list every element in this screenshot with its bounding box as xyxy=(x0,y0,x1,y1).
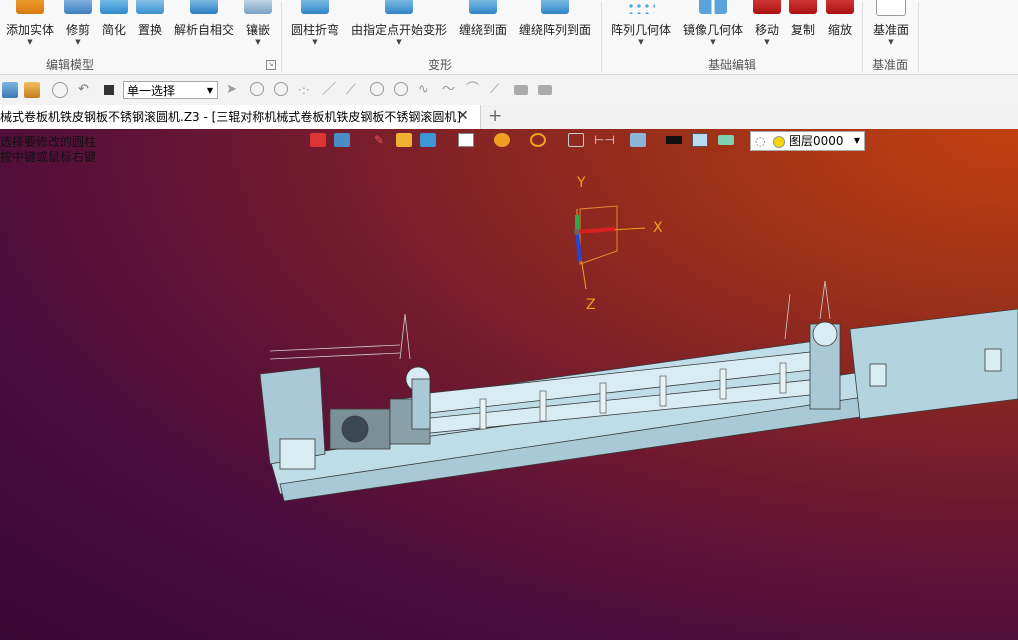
circle-icon[interactable] xyxy=(394,82,408,96)
view-orient-icon[interactable] xyxy=(334,133,350,147)
arc-icon[interactable]: ⌒ xyxy=(466,82,482,98)
pick-icon[interactable] xyxy=(52,82,68,98)
wrap-array-to-face-button[interactable]: 缠绕阵列到面 xyxy=(517,0,593,56)
undo-pick-icon[interactable]: ↶ xyxy=(78,82,94,98)
resolve-self-intersect-button[interactable]: 解析自相交 xyxy=(171,0,237,56)
replace-button[interactable]: 置换 xyxy=(134,0,166,56)
deform-point-icon xyxy=(385,0,413,14)
selection-mode-select[interactable]: 单一选择 ▼ xyxy=(123,81,218,99)
display-icon[interactable] xyxy=(494,133,510,147)
group-divider xyxy=(862,2,863,72)
copy-icon xyxy=(789,0,817,14)
chevron-down-icon: ▼ xyxy=(888,38,894,46)
face-icon[interactable] xyxy=(514,85,528,95)
background-icon[interactable] xyxy=(692,133,708,147)
pick-filter-icon[interactable] xyxy=(24,82,40,98)
layer-color-icon xyxy=(773,136,785,148)
point-icon[interactable] xyxy=(250,82,264,96)
add-tab-icon[interactable]: + xyxy=(488,106,502,126)
filter-icon[interactable] xyxy=(2,82,18,98)
trim-icon xyxy=(64,0,92,14)
shape-icon[interactable] xyxy=(538,85,552,95)
chevron-down-icon: ▼ xyxy=(27,38,33,46)
group-divider xyxy=(918,2,919,72)
simplify-button[interactable]: 简化 xyxy=(98,0,130,56)
cube-view-icon[interactable] xyxy=(458,133,474,147)
shade-icon[interactable] xyxy=(420,133,436,147)
close-icon[interactable]: ✕ xyxy=(457,108,469,124)
add-solid-icon xyxy=(16,0,44,14)
prompt-hint: 按中键或鼠标右键 xyxy=(0,150,97,164)
filter-toolbar: ↶ 单一选择 ▼ ➤ ·:· ／ ⟋ ∿ 〜 ⌒ ⟋ xyxy=(0,75,1018,106)
group-divider xyxy=(281,2,282,72)
array-icon xyxy=(627,0,655,14)
simplify-icon xyxy=(100,0,128,14)
group-divider xyxy=(601,2,602,72)
stop-icon[interactable] xyxy=(104,85,114,95)
array-geometry-button[interactable]: 阵列几何体 ▼ xyxy=(609,0,673,56)
move-icon xyxy=(753,0,781,14)
spline-icon[interactable]: 〜 xyxy=(442,82,458,98)
section-icon[interactable] xyxy=(568,133,584,147)
measure-icon[interactable]: ⊢⊣ xyxy=(594,133,615,147)
cylinder-bend-icon xyxy=(301,0,329,14)
scale-icon xyxy=(826,0,854,14)
chevron-down-icon: ▼ xyxy=(312,38,318,46)
ribbon: 添加实体 ▼ 修剪 ▼ 简化 置换 解析自相交 镶嵌 ▼ 编辑模型 ↘ 圆柱折弯… xyxy=(0,0,1018,75)
roller-machine-model[interactable] xyxy=(240,279,1018,509)
layer-select[interactable]: ◌ 图层0000 ▼ xyxy=(750,131,865,151)
pencil-icon[interactable]: ✎ xyxy=(374,133,390,147)
segment-icon[interactable]: ⟋ xyxy=(346,82,362,98)
chevron-down-icon: ▼ xyxy=(853,136,860,145)
deform-from-point-button[interactable]: 由指定点开始变形 ▼ xyxy=(350,0,448,56)
copy-button[interactable]: 复制 xyxy=(788,0,818,56)
axis-x-label: X xyxy=(653,220,663,236)
cursor-icon[interactable]: ➤ xyxy=(226,82,242,98)
wrap-face-icon xyxy=(469,0,497,14)
inlay-button[interactable]: 镶嵌 ▼ xyxy=(242,0,274,56)
render-icon[interactable] xyxy=(396,133,412,147)
chevron-down-icon: ▼ xyxy=(764,38,770,46)
datum-plane-icon xyxy=(876,0,906,16)
exit-icon[interactable] xyxy=(310,133,326,147)
move-button[interactable]: 移动 ▼ xyxy=(752,0,782,56)
scale-button[interactable]: 缩放 xyxy=(824,0,856,56)
circle-center-icon[interactable] xyxy=(370,82,384,96)
chevron-down-icon: ▼ xyxy=(638,38,644,46)
inlay-icon xyxy=(244,0,272,14)
document-tab-bar: 械式卷板机铁皮钢板不锈钢滚圆机.Z3 - [三辊对称机械式卷板机铁皮钢板不锈钢滚… xyxy=(0,105,1018,130)
cylinder-bend-button[interactable]: 圆柱折弯 ▼ xyxy=(289,0,341,56)
line-icon[interactable]: ／ xyxy=(322,82,338,98)
datum-plane-button[interactable]: 基准面 ▼ xyxy=(869,0,913,56)
chevron-down-icon: ▼ xyxy=(206,86,213,95)
screen-icon[interactable] xyxy=(630,133,646,147)
add-solid-button[interactable]: 添加实体 ▼ xyxy=(2,0,58,56)
mirror-icon xyxy=(699,0,727,14)
play-icon[interactable] xyxy=(274,82,288,96)
chevron-down-icon: ▼ xyxy=(75,38,81,46)
chevron-down-icon: ▼ xyxy=(396,38,402,46)
wrap-array-icon xyxy=(541,0,569,14)
wrap-to-face-button[interactable]: 缠绕到面 xyxy=(457,0,509,56)
replace-icon xyxy=(136,0,164,14)
chevron-down-icon: ▼ xyxy=(710,38,716,46)
group-launcher-icon[interactable]: ↘ xyxy=(266,60,276,70)
color-swatch-icon[interactable] xyxy=(666,136,682,144)
curve-icon[interactable]: ∿ xyxy=(418,82,434,98)
layers-icon[interactable] xyxy=(718,135,734,145)
trim-button[interactable]: 修剪 ▼ xyxy=(62,0,94,56)
document-tab[interactable]: 械式卷板机铁皮钢板不锈钢滚圆机.Z3 - [三辊对称机械式卷板机铁皮钢板不锈钢滚… xyxy=(0,105,481,129)
zoom-icon[interactable] xyxy=(530,133,546,147)
chevron-down-icon: ▼ xyxy=(255,38,261,46)
axis-y-label: Y xyxy=(576,175,586,191)
3d-viewport[interactable]: 选择要修改的圆柱 按中键或鼠标右键 ✎ ⊢⊣ ◌ 图层0000 ▼ Y X Z xyxy=(0,129,1018,640)
self-intersect-icon xyxy=(190,0,218,14)
edge-icon[interactable]: ⟋ xyxy=(490,82,506,98)
lightbulb-icon: ◌ xyxy=(755,134,766,148)
points-icon[interactable]: ·:· xyxy=(298,82,314,98)
mirror-geometry-button[interactable]: 镜像几何体 ▼ xyxy=(681,0,745,56)
